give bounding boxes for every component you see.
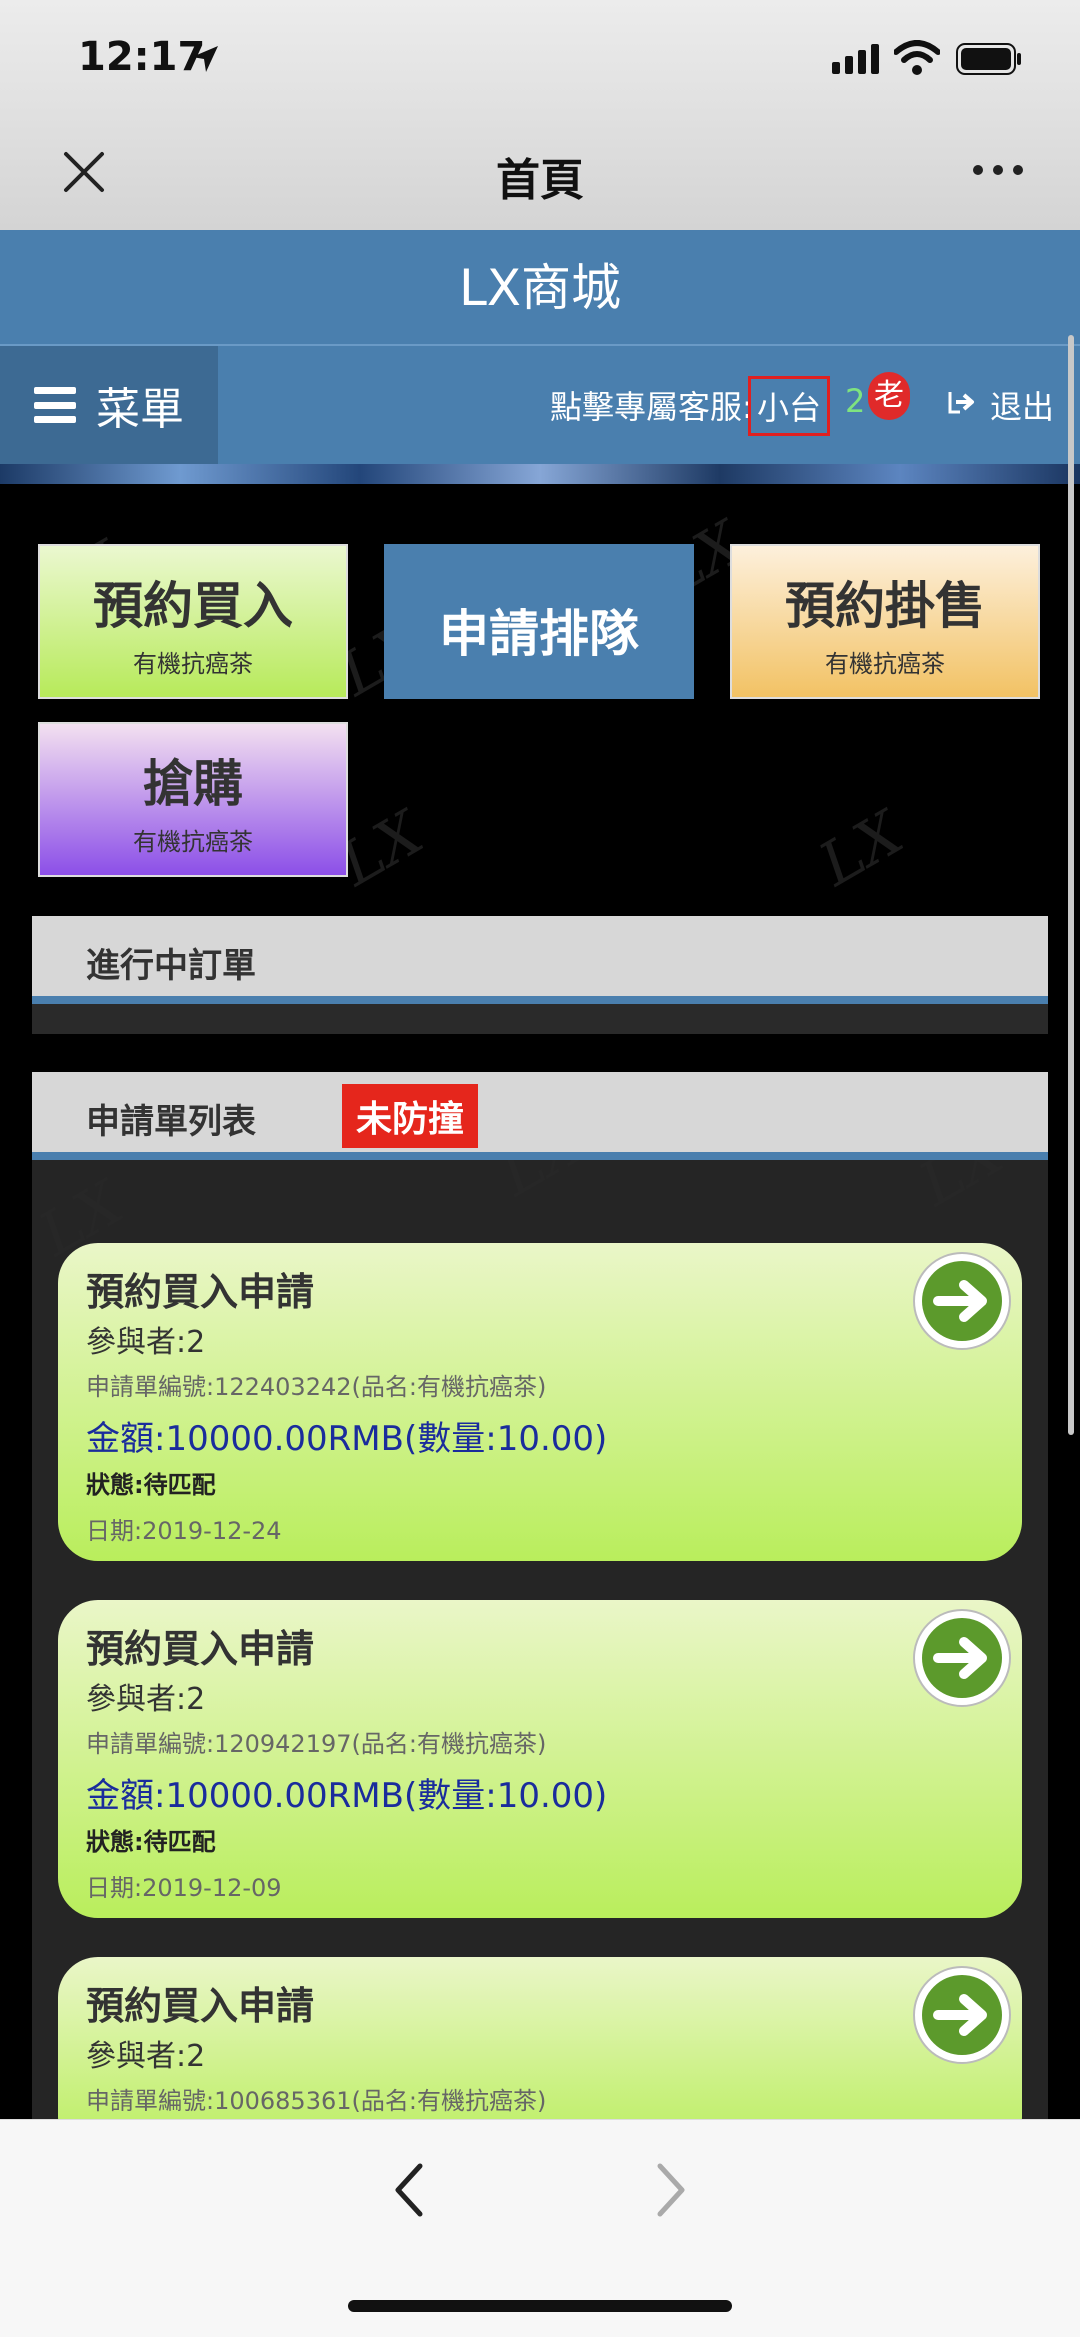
tile-reserve-buy[interactable]: 預約買入 有機抗癌茶 [38,544,348,699]
section-title: 進行中訂單 [86,946,256,986]
logout-link[interactable]: 退出 [990,382,1054,428]
order-participants: 參與者:2 [86,1325,206,1360]
order-card[interactable]: 預約買入申請 參與者:2 申請單編號:120942197(品名:有機抗癌茶) 金… [58,1600,1022,1918]
battery-icon [956,43,1021,75]
order-number: 申請單編號:120942197(品名:有機抗癌茶) [86,1730,547,1758]
order-card[interactable]: 預約買入申請 參與者:2 申請單編號:122403242(品名:有機抗癌茶) 金… [58,1243,1022,1561]
order-participants: 參與者:2 [86,2039,206,2074]
section-ongoing-body [32,1004,1048,1034]
logout-icon[interactable] [946,386,978,418]
forward-arrow-icon[interactable] [652,2160,692,2220]
home-indicator[interactable] [348,2300,732,2312]
menu-label: 菜單 [96,384,184,435]
watermark: LX [808,798,915,900]
more-options-icon[interactable] [968,150,1028,190]
arrow-right-circle-icon[interactable] [912,1251,1012,1351]
tile-title: 預約掛售 [785,577,985,635]
site-toolbar: 菜單 點擊專屬客服: 小台 2 老 退出 [0,346,1080,464]
section-application-list: 申請單列表 未防撞 [32,1072,1048,1160]
message-count[interactable]: 2 [845,382,865,420]
order-amount: 金額:10000.00RMB(數量:10.00) [86,1776,608,1816]
order-amount: 金額:10000.00RMB(數量:10.00) [86,1419,608,1459]
tile-title: 預約買入 [93,577,293,635]
order-date: 日期:2019-12-09 [86,1874,282,1902]
order-status: 狀態:待匹配 [86,1471,216,1499]
scrollbar[interactable] [1068,335,1074,1435]
wifi-icon [894,40,940,75]
order-title: 預約買入申請 [86,1627,315,1671]
tile-subtitle: 有機抗癌茶 [133,650,253,678]
arrow-right-circle-icon[interactable] [912,1965,1012,2065]
site-header: LX商城 [0,230,1080,346]
tile-apply-queue[interactable]: 申請排隊 [384,544,694,699]
tile-subtitle: 有機抗癌茶 [133,828,253,856]
section-ongoing-orders: 進行中訂單 [32,916,1048,1004]
order-number: 申請單編號:122403242(品名:有機抗癌茶) [86,1373,547,1401]
service-name-link[interactable]: 小台 [748,376,831,436]
status-badge[interactable]: 老 [868,372,910,420]
status-time: 12:17 [78,34,206,80]
order-number: 申請單編號:100685361(品名:有機抗癌茶) [86,2087,547,2115]
top-chrome: 12:17 首頁 [0,0,1080,230]
tile-subtitle: 有機抗癌茶 [825,650,945,678]
tile-title: 申請排隊 [439,605,639,663]
location-arrow-icon [192,46,218,72]
order-participants: 參與者:2 [86,1682,206,1717]
order-status: 狀態:待匹配 [86,1828,216,1856]
tile-reserve-sell[interactable]: 預約掛售 有機抗癌茶 [730,544,1040,699]
order-title: 預約買入申請 [86,1984,315,2028]
service-label: 點擊專屬客服: [550,388,753,426]
back-arrow-icon[interactable] [388,2160,428,2220]
order-date: 日期:2019-12-24 [86,1517,282,1545]
nav-title: 首頁 [496,155,584,206]
order-title: 預約買入申請 [86,1270,315,1314]
hamburger-icon [34,387,76,423]
tile-title: 搶購 [143,755,243,813]
menu-button[interactable]: 菜單 [0,346,218,464]
banner-strip [0,464,1080,484]
section-title: 申請單列表 [86,1102,256,1142]
cellular-signal-icon [832,44,879,74]
arrow-right-circle-icon[interactable] [912,1608,1012,1708]
status-tag: 未防撞 [342,1084,479,1148]
tile-rush-buy[interactable]: 搶購 有機抗癌茶 [38,722,348,877]
site-title: LX商城 [458,259,622,317]
